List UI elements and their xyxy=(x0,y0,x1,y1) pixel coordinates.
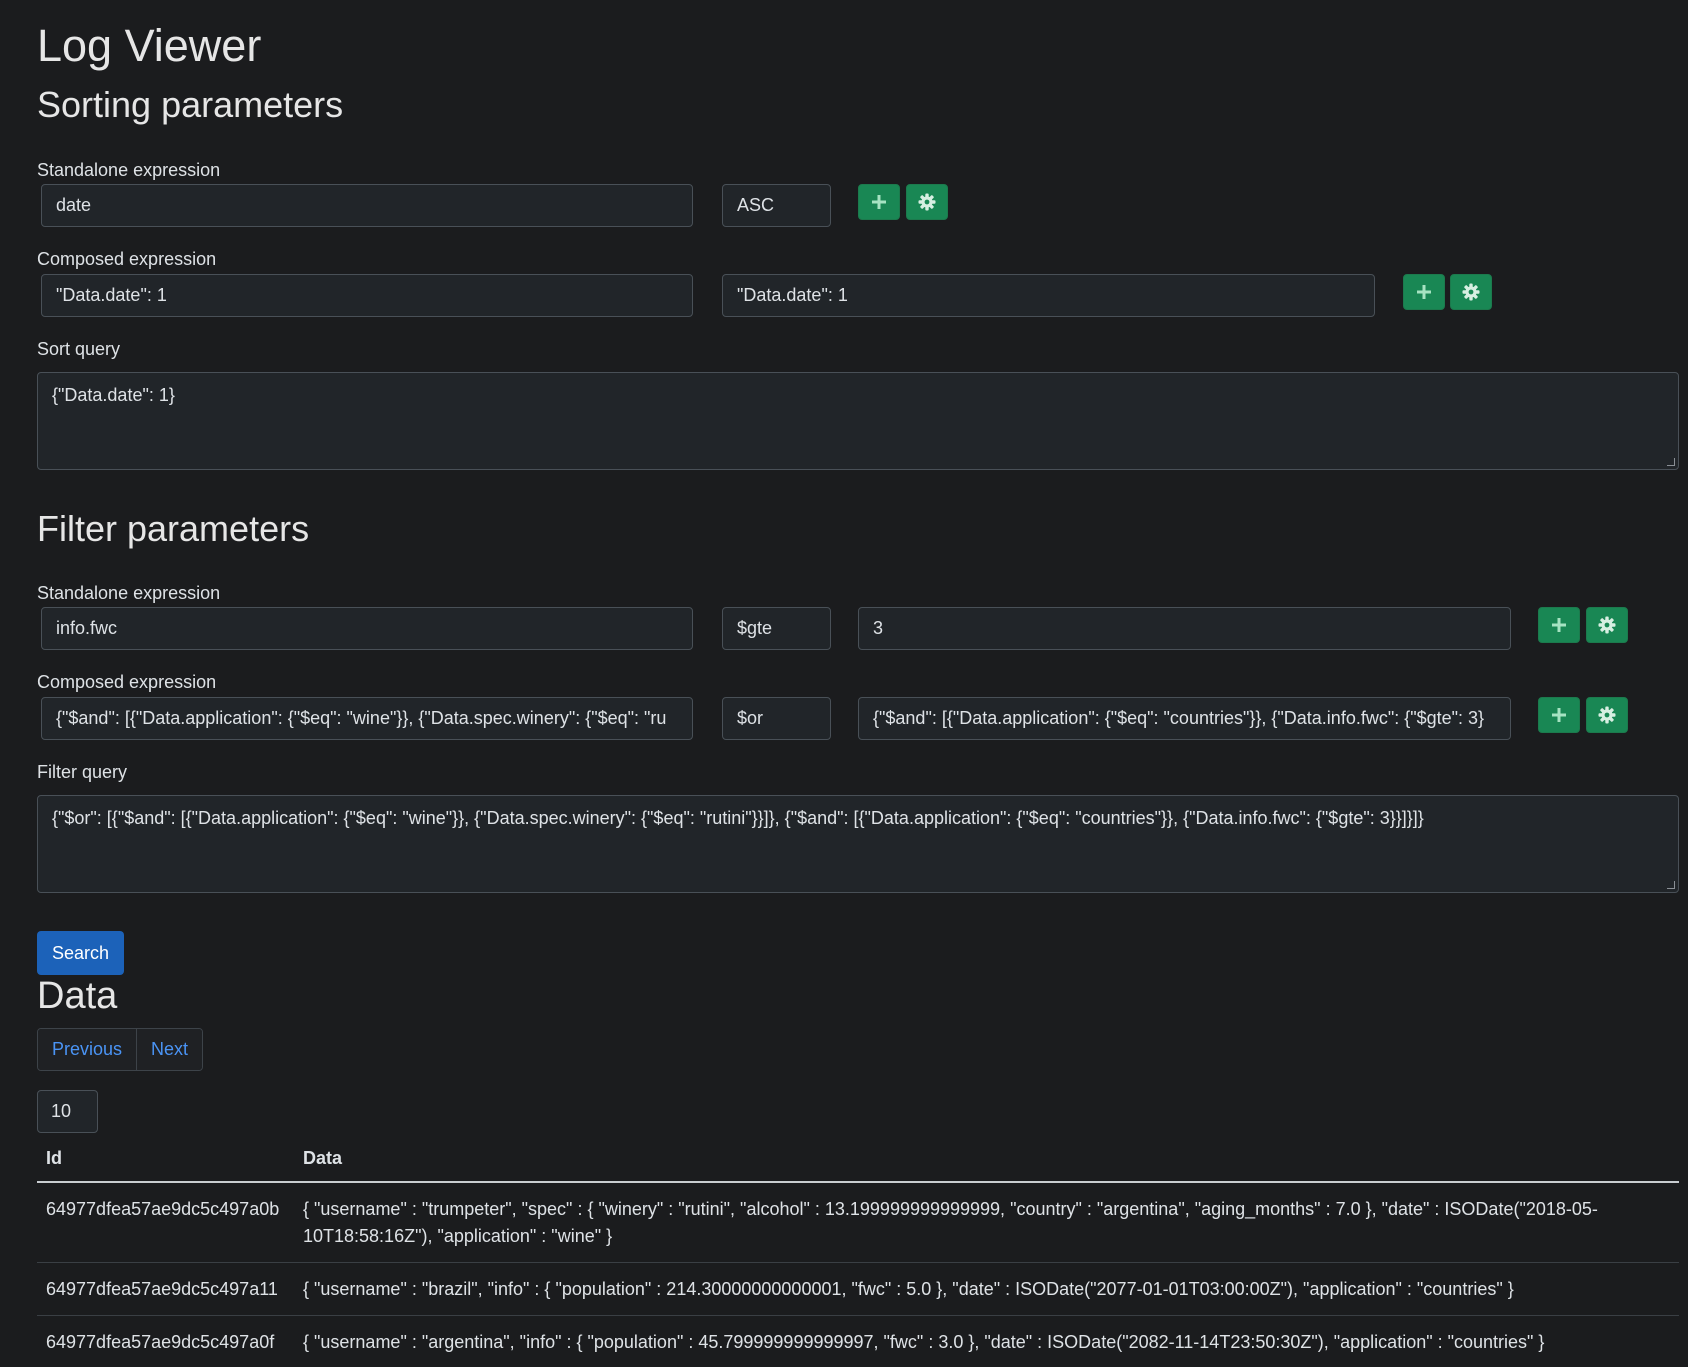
sort-query-textarea[interactable]: {"Data.date": 1} xyxy=(37,372,1679,470)
sort-query-label: Sort query xyxy=(37,339,121,359)
gear-icon xyxy=(1598,616,1616,634)
filter-composed-right-input[interactable]: {"$and": [{"Data.application": {"$eq": "… xyxy=(858,697,1511,740)
page: Log Viewer Sorting parameters Standalone… xyxy=(0,0,1688,1367)
table-row: 64977dfea57ae9dc5c497a0b { "username" : … xyxy=(37,1182,1679,1263)
filter-composed-label: Composed expression xyxy=(37,672,217,692)
row-data: { "username" : "trumpeter", "spec" : { "… xyxy=(294,1182,1679,1263)
row-data: { "username" : "argentina", "info" : { "… xyxy=(294,1315,1679,1367)
sort-composed-left-input[interactable]: "Data.date": 1 xyxy=(41,274,693,317)
sort-composed-label: Composed expression xyxy=(37,249,217,269)
data-heading: Data xyxy=(37,975,118,1017)
filter-field-input[interactable]: info.fwc xyxy=(41,607,693,650)
column-header-data: Data xyxy=(294,1140,1679,1183)
plus-icon xyxy=(1552,708,1566,722)
table-row: 64977dfea57ae9dc5c497a11 { "username" : … xyxy=(37,1262,1679,1316)
filter-composed-operator-select[interactable]: $or xyxy=(722,697,831,740)
row-data: { "username" : "brazil", "info" : { "pop… xyxy=(294,1262,1679,1316)
gear-icon xyxy=(1462,283,1480,301)
filter-settings-button[interactable] xyxy=(1586,607,1628,643)
filter-query-textarea[interactable]: {"$or": [{"$and": [{"Data.application": … xyxy=(37,795,1679,893)
previous-page-link[interactable]: Previous xyxy=(38,1029,137,1070)
row-id: 64977dfea57ae9dc5c497a0b xyxy=(37,1182,294,1263)
filter-query-text: {"$or": [{"$and": [{"Data.application": … xyxy=(52,808,1424,828)
sort-query-text: {"Data.date": 1} xyxy=(52,385,175,405)
next-page-link[interactable]: Next xyxy=(136,1029,203,1070)
gear-icon xyxy=(1598,706,1616,724)
sort-settings-button[interactable] xyxy=(906,184,948,220)
plus-icon xyxy=(872,195,886,209)
plus-icon xyxy=(1552,618,1566,632)
search-button[interactable]: Search xyxy=(37,931,124,975)
app-title: Log Viewer xyxy=(37,20,262,71)
filter-composed-add-button[interactable] xyxy=(1538,697,1580,733)
resize-grip-icon[interactable] xyxy=(1667,881,1675,889)
row-id: 64977dfea57ae9dc5c497a11 xyxy=(37,1262,294,1316)
page-size-input[interactable]: 10 xyxy=(37,1090,98,1133)
filter-query-label: Filter query xyxy=(37,762,128,782)
table-row: 64977dfea57ae9dc5c497a0f { "username" : … xyxy=(37,1315,1679,1367)
sort-composed-add-button[interactable] xyxy=(1403,274,1445,310)
sorting-heading: Sorting parameters xyxy=(37,84,344,125)
gear-icon xyxy=(918,193,936,211)
column-header-id: Id xyxy=(37,1140,294,1183)
sort-composed-right-input[interactable]: "Data.date": 1 xyxy=(722,274,1375,317)
filter-operator-select[interactable]: $gte xyxy=(722,607,831,650)
filter-value-input[interactable]: 3 xyxy=(858,607,1511,650)
sort-composed-settings-button[interactable] xyxy=(1450,274,1492,310)
sort-order-select[interactable]: ASC xyxy=(722,184,831,227)
pagination: Previous Next xyxy=(37,1028,204,1071)
filter-composed-left-input[interactable]: {"$and": [{"Data.application": {"$eq": "… xyxy=(41,697,693,740)
sort-standalone-label: Standalone expression xyxy=(37,160,221,180)
table-header-row: Id Data xyxy=(37,1140,1679,1183)
filter-standalone-label: Standalone expression xyxy=(37,583,221,603)
filter-heading: Filter parameters xyxy=(37,508,310,549)
filter-add-button[interactable] xyxy=(1538,607,1580,643)
data-table: Id Data 64977dfea57ae9dc5c497a0b { "user… xyxy=(37,1140,1679,1367)
resize-grip-icon[interactable] xyxy=(1667,458,1675,466)
sort-add-button[interactable] xyxy=(858,184,900,220)
sort-field-input[interactable]: date xyxy=(41,184,693,227)
plus-icon xyxy=(1417,285,1431,299)
row-id: 64977dfea57ae9dc5c497a0f xyxy=(37,1315,294,1367)
filter-composed-settings-button[interactable] xyxy=(1586,697,1628,733)
